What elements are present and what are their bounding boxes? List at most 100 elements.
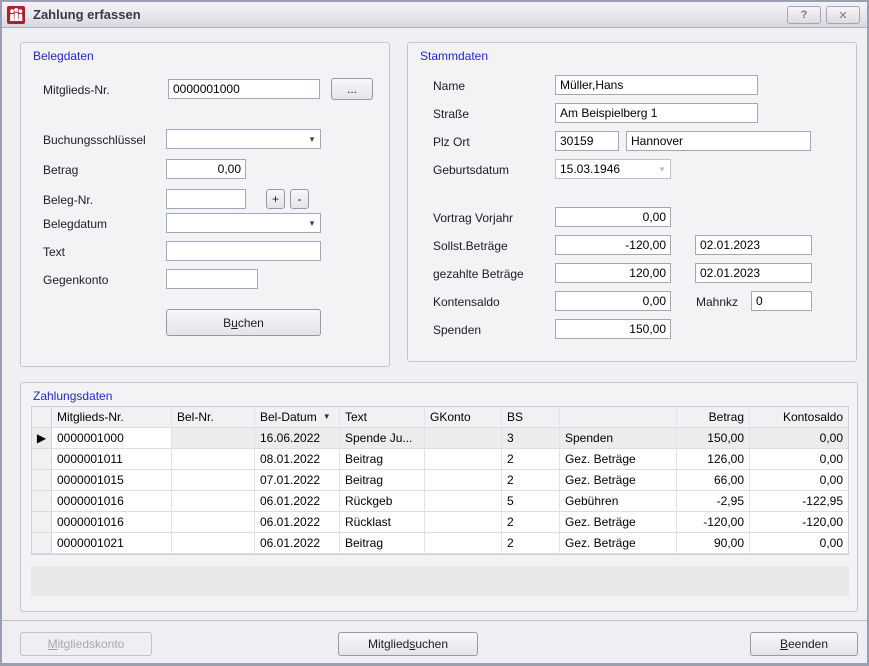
cell-mitglieds-nr[interactable]: 0000001016	[52, 512, 172, 533]
cell-betrag[interactable]: 66,00	[677, 470, 750, 491]
cell-bel-nr[interactable]	[172, 428, 255, 449]
sollst-betraege-input[interactable]	[555, 235, 671, 255]
cell-betrag[interactable]: -2,95	[677, 491, 750, 512]
cell-text[interactable]: Spende Ju...	[340, 428, 425, 449]
cell-bel-datum[interactable]: 06.01.2022	[255, 533, 340, 554]
cell-kontosaldo[interactable]: -120,00	[750, 512, 848, 533]
header-text[interactable]: Text	[340, 407, 425, 428]
cell-bel-nr[interactable]	[172, 533, 255, 554]
header-bs-text[interactable]	[560, 407, 677, 428]
cell-bel-nr[interactable]	[172, 512, 255, 533]
cell-bs-text[interactable]: Gez. Beträge	[560, 449, 677, 470]
cell-bs[interactable]: 2	[502, 449, 560, 470]
buchungsschluessel-select[interactable]: ▾	[166, 129, 321, 149]
mitglieds-nr-input[interactable]	[168, 79, 320, 99]
cell-bel-nr[interactable]	[172, 449, 255, 470]
cell-gkonto[interactable]	[425, 428, 502, 449]
ort-input[interactable]	[626, 131, 811, 151]
header-betrag[interactable]: Betrag	[677, 407, 750, 428]
row-indicator-icon[interactable]	[32, 533, 52, 554]
cell-text[interactable]: Rückgeb	[340, 491, 425, 512]
cell-bs-text[interactable]: Gez. Beträge	[560, 512, 677, 533]
cell-bs[interactable]: 5	[502, 491, 560, 512]
cell-betrag[interactable]: 150,00	[677, 428, 750, 449]
beleg-nr-decrement-button[interactable]: -	[290, 189, 309, 209]
cell-text[interactable]: Beitrag	[340, 449, 425, 470]
table-row[interactable]: 0000001021 06.01.2022 Beitrag 2 Gez. Bet…	[32, 533, 848, 554]
cell-text[interactable]: Rücklast	[340, 512, 425, 533]
mitglied-suchen-button[interactable]: Mitglied suchen	[338, 632, 478, 656]
name-input[interactable]	[555, 75, 758, 95]
table-row[interactable]: ▶ 0000001000 16.06.2022 Spende Ju... 3 S…	[32, 428, 848, 449]
chevron-down-icon[interactable]: ▾	[304, 218, 320, 229]
cell-bs-text[interactable]: Gez. Beträge	[560, 470, 677, 491]
cell-gkonto[interactable]	[425, 512, 502, 533]
kontensaldo-input[interactable]	[555, 291, 671, 311]
mitgliedskonto-button[interactable]: Mitgliedskonto	[20, 632, 152, 656]
help-button[interactable]: ?	[787, 6, 821, 24]
table-row[interactable]: 0000001016 06.01.2022 Rückgeb 5 Gebühren…	[32, 491, 848, 512]
cell-bel-datum[interactable]: 07.01.2022	[255, 470, 340, 491]
header-mitglieds-nr[interactable]: Mitglieds-Nr.	[52, 407, 172, 428]
strasse-input[interactable]	[555, 103, 758, 123]
row-indicator-icon[interactable]	[32, 491, 52, 512]
header-bel-nr[interactable]: Bel-Nr.	[172, 407, 255, 428]
cell-kontosaldo[interactable]: 0,00	[750, 449, 848, 470]
cell-mitglieds-nr[interactable]: 0000001021	[52, 533, 172, 554]
cell-kontosaldo[interactable]: -122,95	[750, 491, 848, 512]
cell-kontosaldo[interactable]: 0,00	[750, 470, 848, 491]
header-bel-datum[interactable]: Bel-Datum▼	[255, 407, 340, 428]
cell-bs[interactable]: 2	[502, 512, 560, 533]
cell-text[interactable]: Beitrag	[340, 533, 425, 554]
cell-gkonto[interactable]	[425, 533, 502, 554]
cell-gkonto[interactable]	[425, 491, 502, 512]
cell-text[interactable]: Beitrag	[340, 470, 425, 491]
mitglieds-nr-browse-button[interactable]: ...	[331, 78, 373, 100]
row-indicator-icon[interactable]: ▶	[32, 428, 52, 449]
text-input[interactable]	[166, 241, 321, 261]
spenden-input[interactable]	[555, 319, 671, 339]
cell-bs-text[interactable]: Gebühren	[560, 491, 677, 512]
header-kontosaldo[interactable]: Kontosaldo	[750, 407, 848, 428]
vortrag-vorjahr-input[interactable]	[555, 207, 671, 227]
cell-bel-datum[interactable]: 08.01.2022	[255, 449, 340, 470]
geburtsdatum-select[interactable]: 15.03.1946 ▾	[555, 159, 671, 179]
cell-bel-nr[interactable]	[172, 470, 255, 491]
table-row[interactable]: 0000001015 07.01.2022 Beitrag 2 Gez. Bet…	[32, 470, 848, 491]
cell-kontosaldo[interactable]: 0,00	[750, 533, 848, 554]
gegenkonto-input[interactable]	[166, 269, 258, 289]
cell-bs[interactable]: 2	[502, 470, 560, 491]
beenden-button[interactable]: Beenden	[750, 632, 858, 656]
buchen-button[interactable]: Buchen	[166, 309, 321, 336]
cell-mitglieds-nr[interactable]: 0000001016	[52, 491, 172, 512]
gezahlte-betraege-input[interactable]	[555, 263, 671, 283]
cell-betrag[interactable]: 90,00	[677, 533, 750, 554]
table-row[interactable]: 0000001011 08.01.2022 Beitrag 2 Gez. Bet…	[32, 449, 848, 470]
cell-bs-text[interactable]: Gez. Beträge	[560, 533, 677, 554]
header-bs[interactable]: BS	[502, 407, 560, 428]
cell-betrag[interactable]: 126,00	[677, 449, 750, 470]
table-row[interactable]: 0000001016 06.01.2022 Rücklast 2 Gez. Be…	[32, 512, 848, 533]
chevron-down-icon[interactable]: ▾	[304, 134, 320, 145]
betrag-input[interactable]	[166, 159, 246, 179]
cell-gkonto[interactable]	[425, 449, 502, 470]
mahnkz-input[interactable]	[751, 291, 812, 311]
beleg-nr-input[interactable]	[166, 189, 246, 209]
cell-bs[interactable]: 2	[502, 533, 560, 554]
header-gkonto[interactable]: GKonto	[425, 407, 502, 428]
cell-mitglieds-nr[interactable]: 0000001015	[52, 470, 172, 491]
row-indicator-icon[interactable]	[32, 512, 52, 533]
title-bar[interactable]: Zahlung erfassen ? ✕	[2, 2, 867, 28]
row-indicator-icon[interactable]	[32, 449, 52, 470]
sollst-betraege-date-input[interactable]	[695, 235, 812, 255]
cell-betrag[interactable]: -120,00	[677, 512, 750, 533]
close-icon[interactable]: ✕	[826, 6, 860, 24]
cell-gkonto[interactable]	[425, 470, 502, 491]
row-indicator-icon[interactable]	[32, 470, 52, 491]
cell-mitglieds-nr[interactable]: 0000001000	[52, 428, 172, 449]
cell-bs[interactable]: 3	[502, 428, 560, 449]
cell-kontosaldo[interactable]: 0,00	[750, 428, 848, 449]
cell-bel-datum[interactable]: 16.06.2022	[255, 428, 340, 449]
beleg-nr-increment-button[interactable]: +	[266, 189, 285, 209]
cell-mitglieds-nr[interactable]: 0000001011	[52, 449, 172, 470]
